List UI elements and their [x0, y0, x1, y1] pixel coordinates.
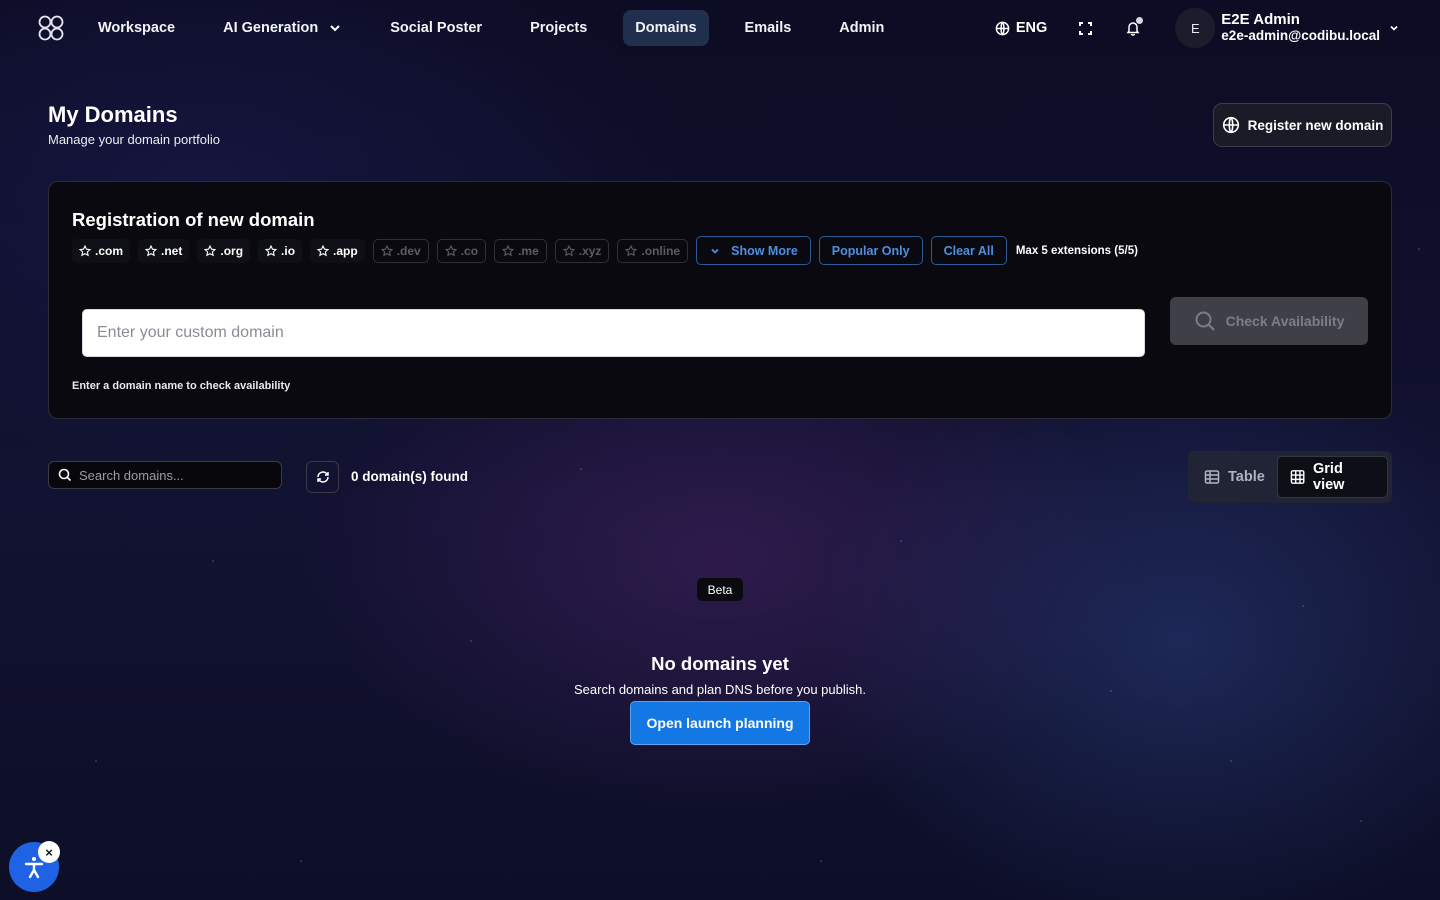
- notification-dot: [1136, 17, 1144, 24]
- clear-all-label: Clear All: [943, 243, 994, 258]
- search-icon: [58, 468, 72, 482]
- star-icon: [562, 244, 575, 256]
- extension-label: .co: [460, 243, 479, 258]
- refresh-button[interactable]: [306, 461, 339, 493]
- nav-workspace-label: Workspace: [98, 20, 176, 36]
- extension-chip-app[interactable]: .app: [310, 238, 365, 263]
- user-name: E2E Admin: [1221, 11, 1300, 28]
- nav-domains-label: Domains: [635, 20, 697, 36]
- nav-emails-label: Emails: [744, 20, 792, 36]
- domain-registration-card: Registration of new domain .com .net .org.…: [48, 181, 1392, 419]
- close-icon[interactable]: ×: [38, 841, 60, 863]
- open-launch-planning-button[interactable]: Open launch planning: [630, 701, 810, 745]
- user-menu[interactable]: E E2E Admin e2e-admin@codibu.local: [1175, 8, 1400, 48]
- nav-ai-generation-label: AI Generation: [223, 20, 319, 36]
- chevron-down-icon: [328, 21, 342, 35]
- check-availability-label: Check Availability: [1225, 313, 1345, 329]
- extension-label: .org: [220, 243, 244, 258]
- extension-chips: .com .net .org .io .app .dev .co .me .xyz .online…: [72, 236, 1138, 265]
- extension-label: .dev: [396, 243, 421, 258]
- grid-view-button[interactable]: Grid view: [1276, 456, 1388, 498]
- empty-state-subtitle: Search domains and plan DNS before you p…: [574, 682, 866, 697]
- extension-chip-io[interactable]: .io: [258, 238, 303, 263]
- language-label: ENG: [1015, 20, 1048, 36]
- clear-all-button[interactable]: Clear All: [930, 236, 1007, 265]
- beta-badge: Beta: [697, 578, 743, 601]
- grid-icon: [1290, 470, 1305, 484]
- grid-view-label: Grid view: [1313, 461, 1345, 493]
- extension-label: .com: [95, 243, 124, 258]
- registration-title: Registration of new domain: [72, 209, 315, 230]
- table-view-button[interactable]: Table: [1192, 456, 1277, 498]
- star-icon: [317, 244, 330, 256]
- search-domains-input[interactable]: [79, 467, 269, 483]
- star-icon: [79, 244, 91, 256]
- domain-input-hint: Enter a domain name to check availabilit…: [72, 380, 291, 392]
- extension-chip-online[interactable]: .online: [617, 238, 689, 263]
- chevron-down-icon: [1388, 22, 1400, 34]
- nav-ai-generation[interactable]: AI Generation: [211, 10, 354, 46]
- domain-count: 0 domain(s) found: [351, 469, 468, 484]
- popular-only-button[interactable]: Popular Only: [818, 236, 923, 265]
- notifications-button[interactable]: [1121, 16, 1145, 40]
- extension-label: .xyz: [578, 243, 602, 258]
- extension-chip-me[interactable]: .me: [494, 238, 547, 263]
- star-icon: [625, 244, 638, 256]
- star-icon: [380, 244, 393, 256]
- extension-chip-dev[interactable]: .dev: [372, 238, 429, 263]
- user-email: e2e-admin@codibu.local: [1221, 28, 1380, 43]
- search-icon: [1195, 311, 1215, 331]
- extension-label: .app: [333, 243, 358, 258]
- language-selector[interactable]: ENG: [995, 20, 1047, 36]
- empty-state-title: No domains yet: [651, 653, 789, 674]
- fullscreen-button[interactable]: [1073, 16, 1097, 40]
- refresh-icon: [316, 471, 329, 483]
- extension-chip-com[interactable]: .com: [72, 238, 131, 263]
- infinity-logo-icon[interactable]: [36, 13, 66, 43]
- star-icon: [145, 244, 158, 256]
- table-icon: [1204, 470, 1220, 484]
- extension-label: .io: [281, 243, 296, 258]
- nav-social-poster-label: Social Poster: [390, 20, 483, 36]
- nav-emails[interactable]: Emails: [733, 10, 804, 46]
- extension-chip-org[interactable]: .org: [197, 238, 251, 263]
- star-icon: [502, 244, 515, 256]
- check-availability-button[interactable]: Check Availability: [1170, 297, 1368, 345]
- open-launch-planning-label: Open launch planning: [646, 715, 794, 731]
- register-new-domain-button[interactable]: Register new domain: [1213, 103, 1392, 147]
- top-navigation: Workspace AI Generation Social Poster Pr…: [0, 0, 1440, 56]
- show-more-button[interactable]: Show More: [696, 236, 811, 265]
- nav-social-poster[interactable]: Social Poster: [378, 10, 494, 46]
- show-more-label: Show More: [731, 243, 798, 258]
- nav-projects[interactable]: Projects: [518, 10, 599, 46]
- globe-icon: [1222, 116, 1239, 134]
- nav-admin-label: Admin: [839, 20, 885, 36]
- expand-icon: [1078, 21, 1092, 35]
- globe-icon: [995, 21, 1010, 35]
- table-view-label: Table: [1228, 469, 1265, 485]
- nav-admin[interactable]: Admin: [827, 10, 896, 46]
- page-title: My Domains: [48, 102, 178, 127]
- chevron-down-icon: [711, 248, 719, 254]
- custom-domain-input[interactable]: [82, 309, 1145, 357]
- register-new-domain-label: Register new domain: [1247, 117, 1384, 133]
- extension-chip-net[interactable]: .net: [138, 238, 190, 263]
- nav-workspace[interactable]: Workspace: [86, 10, 187, 46]
- nav-projects-label: Projects: [530, 20, 588, 36]
- nav-domains[interactable]: Domains: [623, 10, 709, 46]
- star-icon: [265, 244, 278, 256]
- avatar: E: [1175, 8, 1216, 48]
- extension-chip-xyz[interactable]: .xyz: [554, 238, 610, 263]
- star-icon: [204, 244, 217, 256]
- view-toggle: Table Grid view: [1188, 451, 1392, 503]
- extension-label: .online: [641, 243, 681, 258]
- extension-label: .net: [161, 243, 183, 258]
- page-subtitle: Manage your domain portfolio: [48, 132, 220, 147]
- star-icon: [444, 244, 457, 256]
- max-extensions-info: Max 5 extensions (5/5): [1015, 244, 1138, 257]
- popular-only-label: Popular Only: [831, 243, 910, 258]
- extension-label: .me: [518, 243, 539, 258]
- extension-chip-co[interactable]: .co: [436, 238, 487, 263]
- domain-search: [48, 461, 282, 489]
